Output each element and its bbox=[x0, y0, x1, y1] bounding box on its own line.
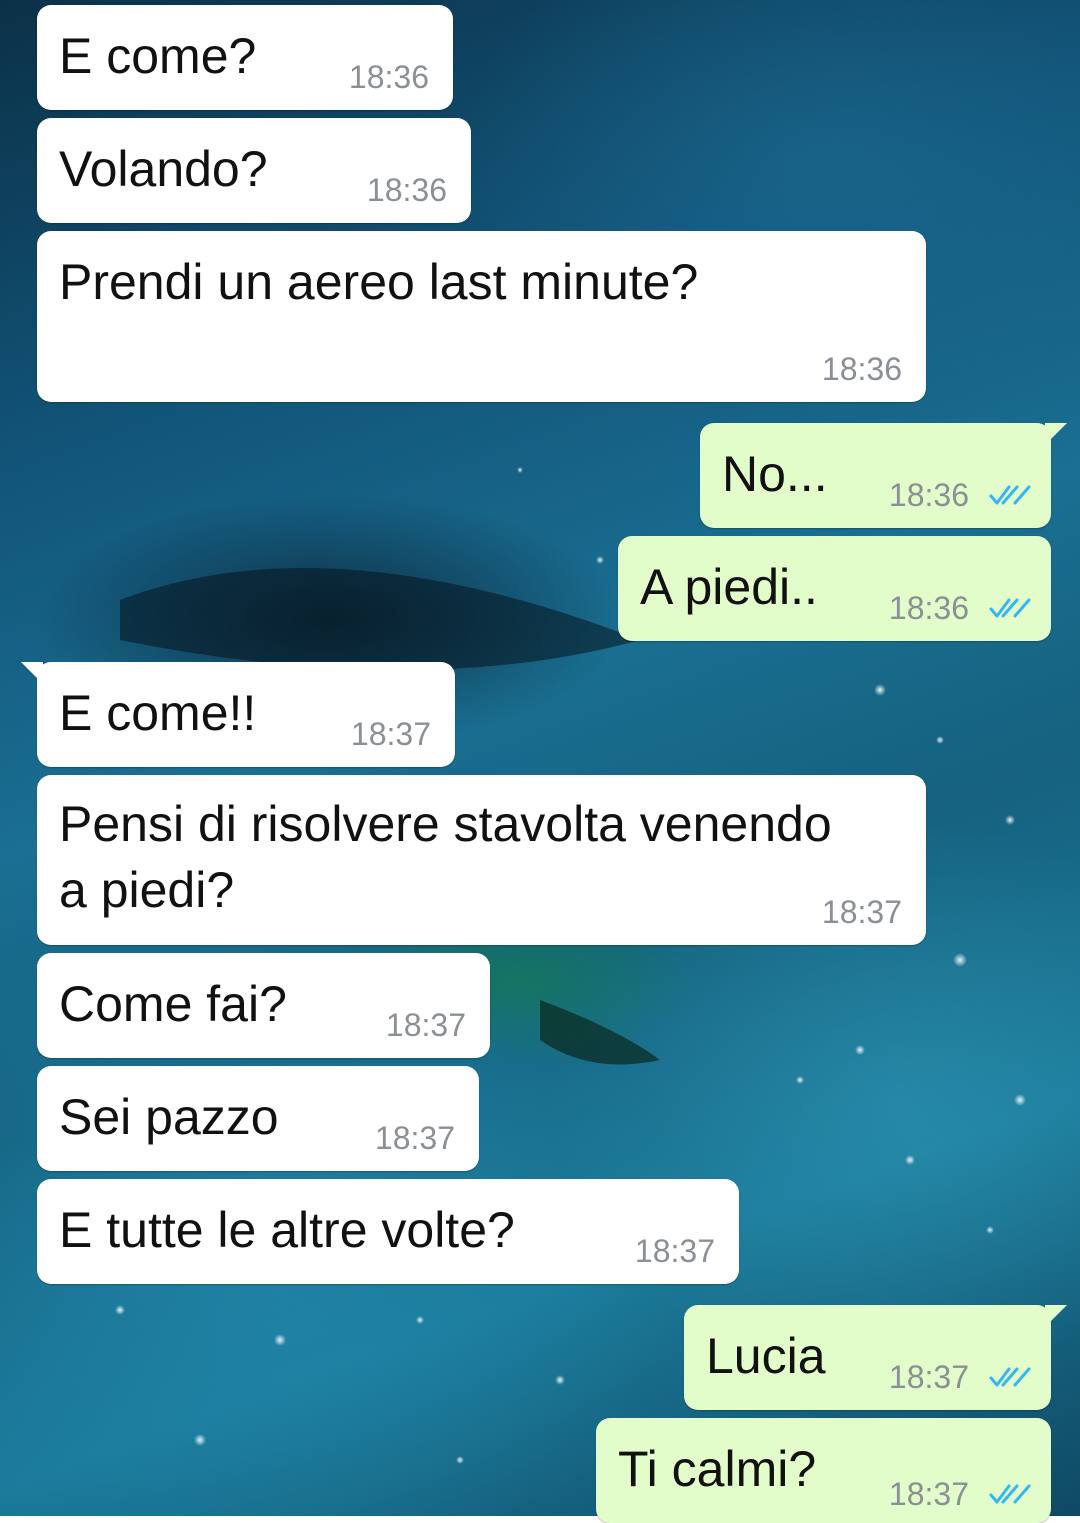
message-text: Pensi di risolvere stavolta venendo a pi… bbox=[59, 796, 832, 918]
message-timestamp: 18:37 bbox=[888, 1359, 969, 1395]
message-text: Ti calmi? bbox=[618, 1441, 817, 1497]
message-text: A piedi.. bbox=[640, 559, 818, 615]
outgoing-message[interactable]: Ti calmi? 18:37 bbox=[596, 1418, 1051, 1523]
incoming-message[interactable]: E come!! 18:37 bbox=[21, 662, 455, 767]
message-timestamp: 18:36 bbox=[888, 590, 969, 626]
incoming-message[interactable]: Prendi un aereo last minute? 18:36 bbox=[37, 231, 926, 402]
message-text: Prendi un aereo last minute? bbox=[59, 254, 699, 310]
message-timestamp: 18:37 bbox=[634, 1233, 715, 1269]
message-timestamp: 18:37 bbox=[374, 1120, 455, 1156]
incoming-message[interactable]: Pensi di risolvere stavolta venendo a pi… bbox=[37, 775, 926, 945]
bubble-tail bbox=[1045, 423, 1067, 445]
message-text: Volando? bbox=[59, 141, 268, 197]
bubble-tail bbox=[21, 662, 43, 684]
double-check-icon bbox=[989, 1367, 1031, 1387]
message-timestamp: 18:36 bbox=[348, 59, 429, 95]
message-text: No... bbox=[722, 446, 828, 502]
message-text: Come fai? bbox=[59, 976, 287, 1032]
outgoing-message[interactable]: A piedi.. 18:36 bbox=[618, 536, 1051, 641]
message-text: E tutte le altre volte? bbox=[59, 1202, 515, 1258]
message-text: Lucia bbox=[706, 1328, 826, 1384]
double-check-icon bbox=[989, 1484, 1031, 1504]
message-text: E come!! bbox=[59, 685, 257, 741]
message-text: E come? bbox=[59, 28, 257, 84]
bubble-tail bbox=[1045, 1305, 1067, 1327]
double-check-icon bbox=[989, 598, 1031, 618]
outgoing-message[interactable]: No... 18:36 bbox=[700, 423, 1067, 528]
message-timestamp: 18:37 bbox=[821, 894, 902, 930]
incoming-message[interactable]: Volando? 18:36 bbox=[37, 118, 471, 223]
message-timestamp: 18:37 bbox=[385, 1007, 466, 1043]
message-text: Sei pazzo bbox=[59, 1089, 279, 1145]
incoming-message[interactable]: Sei pazzo 18:37 bbox=[37, 1066, 479, 1171]
message-timestamp: 18:37 bbox=[350, 716, 431, 752]
message-timestamp: 18:37 bbox=[888, 1476, 969, 1512]
message-timestamp: 18:36 bbox=[821, 351, 902, 387]
outgoing-message[interactable]: Lucia 18:37 bbox=[684, 1305, 1067, 1410]
incoming-message[interactable]: Come fai? 18:37 bbox=[37, 953, 490, 1058]
message-timestamp: 18:36 bbox=[888, 477, 969, 513]
message-timestamp: 18:36 bbox=[366, 172, 447, 208]
double-check-icon bbox=[989, 485, 1031, 505]
incoming-message[interactable]: E come? 18:36 bbox=[37, 5, 453, 110]
incoming-message[interactable]: E tutte le altre volte? 18:37 bbox=[37, 1179, 739, 1284]
